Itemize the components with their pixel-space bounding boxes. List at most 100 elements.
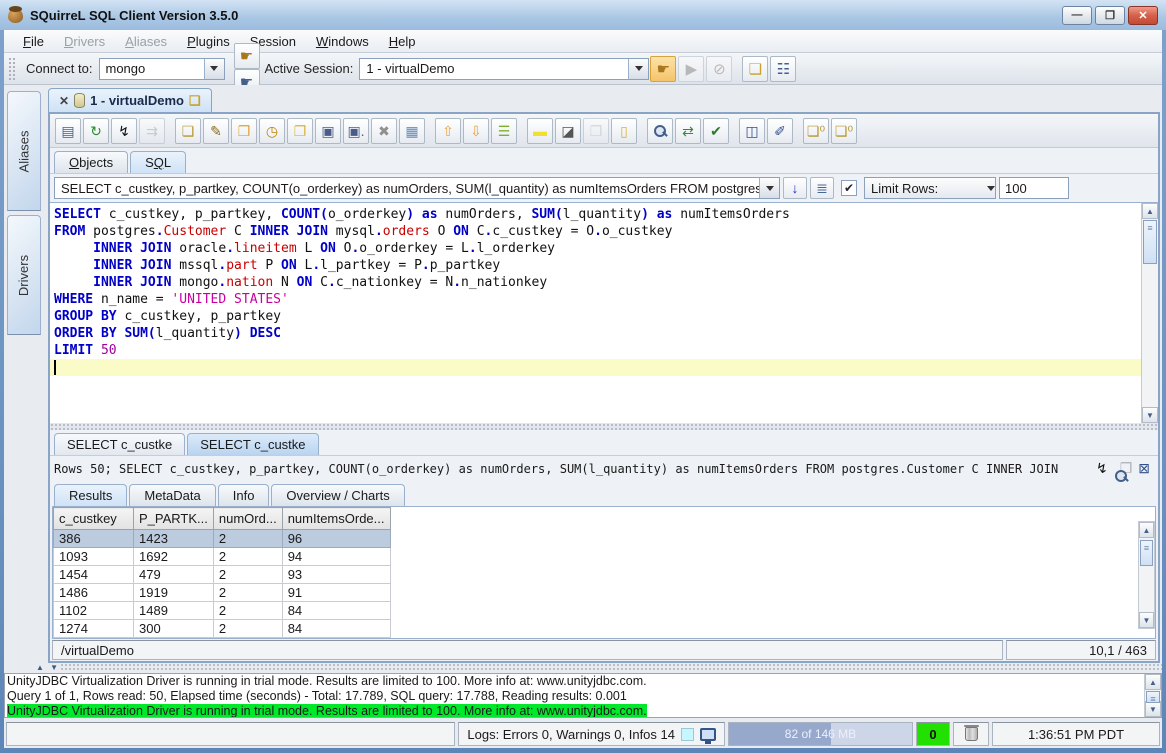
sidebar-tab-drivers[interactable]: Drivers	[7, 215, 41, 335]
goto-object-button[interactable]: ◪	[555, 118, 581, 144]
run-sql-button[interactable]: ↯	[111, 118, 137, 144]
menu-windows[interactable]: Windows	[307, 32, 378, 51]
table-cell[interactable]: 91	[282, 584, 390, 602]
sql-history-arrow[interactable]	[759, 178, 779, 198]
session-combobox-arrow[interactable]	[628, 59, 648, 79]
reformat-sql-button[interactable]: ⇄	[675, 118, 701, 144]
tab-info[interactable]: Info	[218, 484, 270, 506]
column-header[interactable]: numOrd...	[213, 508, 282, 530]
table-cell[interactable]: 2	[213, 584, 282, 602]
table-cell[interactable]: 1486	[54, 584, 134, 602]
tab-overview-charts[interactable]: Overview / Charts	[271, 484, 404, 506]
table-cell[interactable]: 84	[282, 602, 390, 620]
table-cell[interactable]: 84	[282, 620, 390, 638]
find-in-sql-button[interactable]	[647, 118, 673, 144]
table-cell[interactable]: 1102	[54, 602, 134, 620]
table-cell[interactable]: 1274	[54, 620, 134, 638]
column-header[interactable]: P_PARTK...	[134, 508, 214, 530]
menu-plugins[interactable]: Plugins	[178, 32, 239, 51]
session-combobox[interactable]: 1 - virtualDemo	[359, 58, 649, 80]
table-row[interactable]: 1454479293	[54, 566, 391, 584]
log-scrollbar[interactable]: ▲ ▼	[1144, 674, 1161, 717]
sql-editor-scrollbar[interactable]: ▲ ▼	[1141, 203, 1158, 423]
table-cell[interactable]: 300	[134, 620, 214, 638]
limit-rows-combobox[interactable]: Limit Rows:	[864, 177, 996, 199]
table-cell[interactable]: 1423	[134, 530, 214, 548]
table-cell[interactable]: 2	[213, 620, 282, 638]
scroll-down-icon[interactable]: ▼	[1142, 407, 1158, 423]
validate-sql-button[interactable]: ✔	[703, 118, 729, 144]
recent-files-button[interactable]: ◷	[259, 118, 285, 144]
limit-rows-checkbox[interactable]: ✔	[841, 180, 857, 196]
sidebar-tab-aliases[interactable]: Aliases	[7, 91, 41, 211]
table-cell[interactable]: 1692	[134, 548, 214, 566]
alias-combobox-arrow[interactable]	[204, 59, 224, 79]
result-tab-1[interactable]: SELECT c_custke	[54, 433, 185, 455]
menu-file[interactable]: File	[14, 32, 53, 51]
sql-editor[interactable]: SELECT c_custkey, p_partkey, COUNT(o_ord…	[50, 203, 1141, 423]
show-history-list-button[interactable]: ≣	[810, 177, 834, 199]
sql-results-splitter[interactable]	[50, 423, 1158, 430]
open-sql-script-button[interactable]: ❒	[231, 118, 257, 144]
scroll-down-icon[interactable]: ▼	[1139, 612, 1154, 628]
menu-help[interactable]: Help	[380, 32, 425, 51]
table-cell[interactable]: 2	[213, 530, 282, 548]
minimize-button[interactable]: —	[1062, 6, 1092, 25]
table-cell[interactable]: 2	[213, 548, 282, 566]
table-cell[interactable]: 96	[282, 530, 390, 548]
select-sql-button[interactable]: ☰	[491, 118, 517, 144]
table-cell[interactable]: 1093	[54, 548, 134, 566]
column-header[interactable]: c_custkey	[54, 508, 134, 530]
result-tab-2[interactable]: SELECT c_custke	[187, 433, 318, 455]
sql-history-combobox[interactable]: SELECT c_custkey, p_partkey, COUNT(o_ord…	[54, 177, 780, 199]
session-tab-paper-icon[interactable]: ❏	[189, 93, 201, 109]
edit-bookmarks-button[interactable]: ✐	[767, 118, 793, 144]
sync-session-button[interactable]: ☛	[650, 56, 676, 82]
scroll-up-icon[interactable]: ▲	[1142, 203, 1158, 219]
page-up-0-button[interactable]: ❏⁰	[803, 118, 829, 144]
table-row[interactable]: 3861423296	[54, 530, 391, 548]
table-row[interactable]: 11021489284	[54, 602, 391, 620]
table-row[interactable]: 10931692294	[54, 548, 391, 566]
refresh-object-tree-button[interactable]: ↻	[83, 118, 109, 144]
close-sql-script-button[interactable]: ✖	[371, 118, 397, 144]
garbage-collect-button[interactable]	[953, 722, 989, 746]
next-sql-button[interactable]: ⇩	[463, 118, 489, 144]
table-cell[interactable]: 479	[134, 566, 214, 584]
table-cell[interactable]: 386	[54, 530, 134, 548]
scroll-up-icon[interactable]: ▲	[1145, 674, 1161, 690]
limit-rows-input[interactable]: 100	[999, 177, 1069, 199]
session-tab-close-icon[interactable]: ✕	[59, 94, 69, 108]
table-cell[interactable]: 1454	[54, 566, 134, 584]
new-sql-script-button[interactable]: ❏	[175, 118, 201, 144]
memory-gauge[interactable]: 82 of 146 MB	[728, 722, 913, 746]
splitter-collapse-icons[interactable]: ▲ ▼	[4, 663, 60, 672]
new-object-tree-button[interactable]: ☷	[770, 56, 796, 82]
table-row[interactable]: 1274300284	[54, 620, 391, 638]
column-header[interactable]: numItemsOrde...	[282, 508, 390, 530]
results-table[interactable]: c_custkeyP_PARTK...numOrd...numItemsOrde…	[53, 507, 391, 638]
print-sql-button[interactable]: ▦	[399, 118, 425, 144]
restore-button[interactable]: ❐	[1095, 6, 1125, 25]
session-tab[interactable]: ✕ 1 - virtualDemo ❏	[48, 88, 212, 112]
table-cell[interactable]: 2	[213, 602, 282, 620]
tab-results[interactable]: Results	[54, 484, 127, 506]
tab-metadata[interactable]: MetaData	[129, 484, 215, 506]
limit-rows-arrow[interactable]	[987, 186, 995, 191]
edit-sql-script-button[interactable]: ✎	[203, 118, 229, 144]
table-cell[interactable]: 2	[213, 566, 282, 584]
close-result-icon[interactable]: ⊠	[1138, 460, 1150, 477]
bookmarks-button[interactable]: ◫	[739, 118, 765, 144]
connect-alias-button[interactable]: ☛	[234, 43, 260, 69]
log-splitter[interactable]: ▲ ▼	[4, 663, 1162, 671]
table-cell[interactable]: 1919	[134, 584, 214, 602]
close-button[interactable]: ✕	[1128, 6, 1158, 25]
append-history-button[interactable]: ↓	[783, 177, 807, 199]
page-down-0-button[interactable]: ❏⁰	[831, 118, 857, 144]
rerun-sql-icon[interactable]: ↯	[1096, 460, 1108, 477]
tab-objects[interactable]: Objects	[54, 151, 128, 173]
table-cell[interactable]: 1489	[134, 602, 214, 620]
alias-combobox[interactable]: mongo	[99, 58, 225, 80]
previous-sql-button[interactable]: ⇧	[435, 118, 461, 144]
table-cell[interactable]: 93	[282, 566, 390, 584]
